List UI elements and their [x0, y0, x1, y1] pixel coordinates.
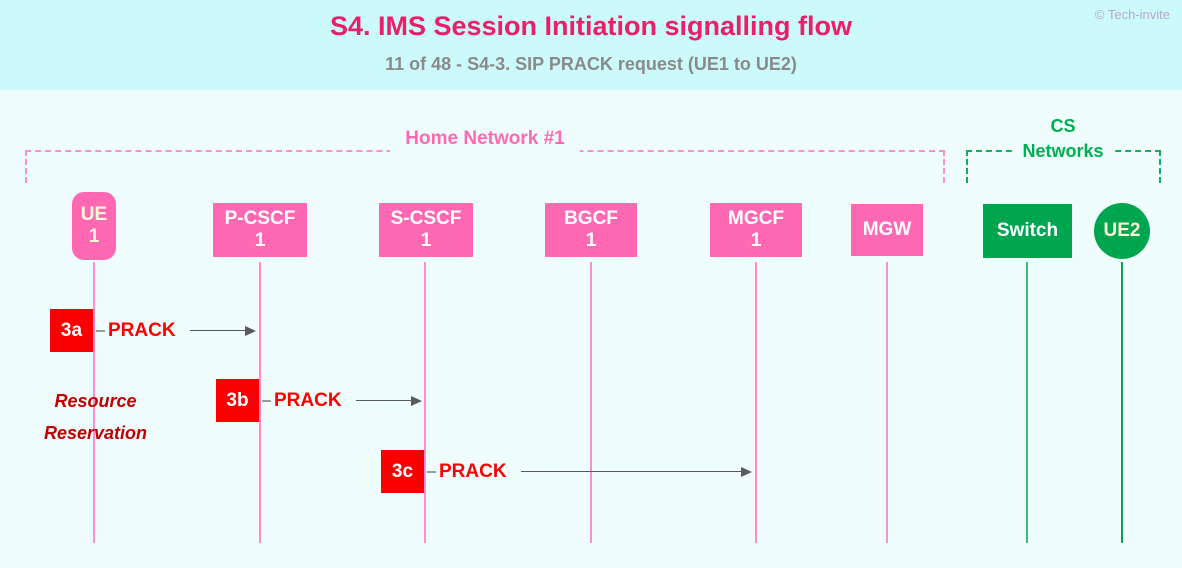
page-title: S4. IMS Session Initiation signalling fl… [329, 11, 853, 41]
message-arrow-line-3a [190, 330, 246, 331]
actor-pcscf1-instance: 1 [254, 230, 266, 251]
actor-scscf1-instance: 1 [420, 230, 432, 251]
actor-mgw-name: MGW [862, 219, 912, 240]
message-label-3c: PRACK [439, 461, 507, 482]
message-arrow-head-3a [245, 326, 256, 336]
actor-ue2-name: UE2 [1103, 220, 1141, 241]
lifeline-pcscf1 [259, 262, 261, 543]
message-dash-3b [262, 400, 271, 402]
actor-pcscf1[interactable]: P-CSCF 1 [213, 203, 307, 257]
actor-bgcf1-instance: 1 [585, 230, 597, 251]
message-label-3b: PRACK [274, 390, 342, 411]
resource-reservation-line1: Resource [54, 391, 137, 411]
message-arrow-head-3b [411, 396, 422, 406]
message-label-3a: PRACK [108, 320, 176, 341]
actor-mgcf1-name: MGCF [728, 208, 784, 229]
lifeline-switch [1026, 262, 1028, 543]
lifeline-ue2 [1121, 262, 1123, 543]
message-arrow-line-3b [356, 400, 412, 401]
message-arrow-head-3c [741, 467, 752, 477]
actor-mgcf1-instance: 1 [750, 230, 762, 251]
cs-networks-label-line2: Networks [1022, 141, 1104, 161]
actor-ue1-instance: 1 [88, 226, 100, 247]
resource-reservation-line2: Reservation [43, 423, 148, 443]
message-arrow-line-3c [521, 471, 742, 472]
actor-mgw[interactable]: MGW [851, 204, 923, 256]
actor-ue2[interactable]: UE2 [1094, 203, 1150, 259]
actor-ue1[interactable]: UE 1 [72, 192, 116, 260]
actor-scscf1-name: S-CSCF [390, 208, 462, 229]
home-network-label: Home Network #1 [405, 128, 565, 149]
message-dash-3c [427, 471, 436, 473]
actor-switch[interactable]: Switch [983, 204, 1072, 258]
lifeline-mgw [886, 262, 888, 543]
message-badge-3c[interactable]: 3c [381, 450, 424, 493]
message-dash-3a [96, 330, 105, 332]
page-subtitle: 11 of 48 - S4-3. SIP PRACK request (UE1 … [385, 54, 797, 74]
actor-pcscf1-name: P-CSCF [224, 208, 296, 229]
message-badge-3a[interactable]: 3a [50, 309, 93, 352]
message-badge-3b[interactable]: 3b [216, 379, 259, 422]
lifeline-bgcf1 [590, 262, 592, 543]
lifeline-mgcf1 [755, 262, 757, 543]
actor-mgcf1[interactable]: MGCF 1 [710, 203, 802, 257]
cs-networks-label-line1: CS [1050, 116, 1076, 136]
actor-scscf1[interactable]: S-CSCF 1 [379, 203, 473, 257]
actor-switch-name: Switch [996, 220, 1059, 241]
cs-networks-label: CS Networks [1003, 114, 1123, 164]
actor-bgcf1-name: BGCF [564, 208, 618, 229]
header-band: S4. IMS Session Initiation signalling fl… [0, 0, 1182, 90]
actor-ue1-name: UE [80, 204, 108, 225]
actor-bgcf1[interactable]: BGCF 1 [545, 203, 637, 257]
copyright-notice: © Tech-invite [1094, 7, 1170, 22]
resource-reservation-annotation: Resource Reservation [18, 385, 173, 449]
lifeline-scscf1 [424, 262, 426, 543]
